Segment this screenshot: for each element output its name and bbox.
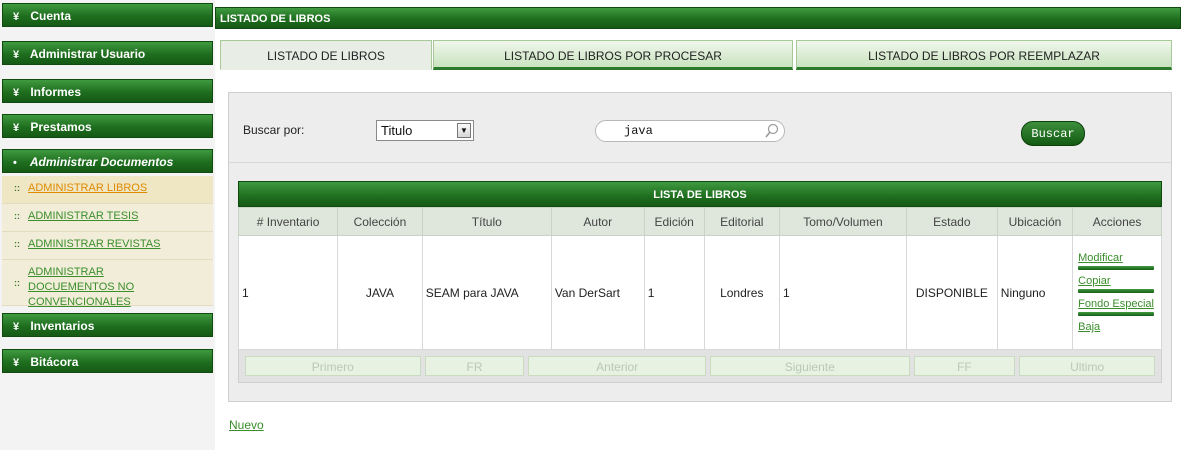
column-header[interactable]: Editorial (703, 207, 780, 236)
chevron-down-icon: ¥ (13, 122, 20, 134)
menu-label: Administrar Documentos (29, 155, 174, 169)
pager-next-button[interactable]: Siguiente (709, 356, 910, 376)
cell-acciones: Modificar Copiar Fondo Especial Baja (1072, 235, 1162, 350)
sub-item-label: ADMINISTRAR DOCUEMENTOS NO CONVENCIONALE… (28, 266, 135, 308)
column-header[interactable]: Edición (643, 207, 705, 236)
sidebar-item-administrar-revistas[interactable]: :: ADMINISTRAR REVISTAS (2, 232, 213, 260)
chevron-down-icon: ¥ (13, 321, 20, 333)
search-input[interactable]: java (595, 120, 785, 142)
nuevo-link[interactable]: Nuevo (229, 418, 264, 432)
column-header[interactable]: Tomo/Volumen (778, 207, 907, 236)
menu-label: Administrar Usuario (29, 47, 146, 61)
menu-prestamos[interactable]: ¥ Prestamos (2, 114, 213, 138)
menu-inventarios[interactable]: ¥ Inventarios (2, 313, 213, 337)
menu-label: Informes (30, 85, 82, 99)
table-header-row: # Inventario Colección Título Autor Edic… (237, 207, 1162, 236)
search-by-label: Buscar por: (243, 123, 305, 137)
column-header[interactable]: Colección (337, 207, 423, 236)
column-header[interactable]: Autor (550, 207, 645, 236)
pagination: Primero FR Anterior Siguiente FF Ultimo (238, 350, 1162, 383)
sidebar-item-administrar-libros[interactable]: :: ADMINISTRAR LIBROS (2, 176, 213, 204)
column-header[interactable]: Título (421, 207, 552, 236)
bullet-icon: :: (14, 278, 20, 288)
column-header[interactable]: Acciones (1072, 207, 1162, 236)
tab-libros-por-reemplazar[interactable]: LISTADO DE LIBROS POR REEMPLAZAR (796, 40, 1172, 70)
column-header[interactable]: # Inventario (237, 207, 339, 236)
cell-tomo: 1 (778, 235, 907, 350)
menu-administrar-usuario[interactable]: ¥ Administrar Usuario (2, 41, 213, 65)
baja-link[interactable]: Baja (1078, 320, 1161, 334)
column-header[interactable]: Ubicación (996, 207, 1074, 236)
cell-edicion: 1 (643, 235, 705, 350)
menu-label: Bitácora (30, 355, 79, 369)
table-title: LISTA DE LIBROS (238, 181, 1162, 207)
cell-autor: Van DerSart (550, 235, 645, 350)
sub-item-label: ADMINISTRAR LIBROS (28, 182, 148, 194)
chevron-down-icon: ¥ (13, 11, 20, 23)
sidebar: ¥ Cuenta ¥ Administrar Usuario ¥ Informe… (0, 0, 215, 450)
search-field-select[interactable]: Titulo ▼ (376, 120, 474, 141)
cell-inventario: 1 (237, 235, 339, 350)
menu-label: Inventarios (30, 319, 95, 333)
bullet-icon: :: (14, 239, 20, 249)
dropdown-arrow-icon[interactable]: ▼ (457, 123, 471, 138)
search-query: java (624, 124, 653, 138)
menu-label: Cuenta (30, 9, 72, 23)
menu-administrar-documentos[interactable]: • Administrar Documentos (2, 149, 213, 173)
books-table: LISTA DE LIBROS # Inventario Colección T… (237, 181, 1162, 383)
tab-bar: LISTADO DE LIBROS LISTADO DE LIBROS POR … (220, 40, 1172, 70)
sidebar-item-administrar-tesis[interactable]: :: ADMINISTRAR TESIS (2, 204, 213, 232)
cell-estado: DISPONIBLE (905, 235, 998, 350)
divider (1078, 312, 1155, 316)
pager-last-button[interactable]: Ultimo (1019, 356, 1155, 376)
cell-titulo: SEAM para JAVA (421, 235, 552, 350)
pager-first-button[interactable]: Primero (245, 356, 421, 376)
menu-bitacora[interactable]: ¥ Bitácora (2, 349, 213, 373)
sub-item-label: ADMINISTRAR TESIS (28, 210, 139, 222)
table-row: 1 JAVA SEAM para JAVA Van DerSart 1 Lond… (237, 235, 1162, 350)
chevron-down-icon: ¥ (13, 357, 20, 369)
select-value: Titulo (381, 123, 413, 138)
chevron-down-icon: ¥ (13, 49, 20, 61)
cell-coleccion: JAVA (337, 235, 423, 350)
fondo-especial-link[interactable]: Fondo Especial (1078, 297, 1161, 311)
search-button[interactable]: Buscar (1021, 121, 1085, 146)
pager-fr-button[interactable]: FR (424, 356, 525, 376)
cell-editorial: Londres (703, 235, 780, 350)
search-icon[interactable] (764, 123, 780, 139)
tab-libros-por-procesar[interactable]: LISTADO DE LIBROS POR PROCESAR (433, 40, 793, 70)
books-grid: # Inventario Colección Título Autor Edic… (237, 207, 1162, 350)
sub-item-label: ADMINISTRAR REVISTAS (28, 238, 161, 250)
divider (1078, 266, 1155, 270)
copiar-link[interactable]: Copiar (1078, 274, 1161, 288)
content-panel: Buscar por: Titulo ▼ java Buscar LISTA D… (228, 92, 1172, 402)
divider (1078, 289, 1155, 293)
bullet-icon: :: (14, 183, 20, 193)
menu-cuenta[interactable]: ¥ Cuenta (2, 3, 213, 27)
pager-ff-button[interactable]: FF (913, 356, 1016, 376)
modificar-link[interactable]: Modificar (1078, 251, 1161, 265)
menu-label: Prestamos (30, 120, 92, 134)
sidebar-item-administrar-documentos-no-convencionales[interactable]: :: ADMINISTRAR DOCUEMENTOS NO CONVENCION… (2, 260, 213, 308)
cell-ubicacion: Ninguno (996, 235, 1074, 350)
column-header[interactable]: Estado (905, 207, 998, 236)
bullet-icon: :: (14, 211, 20, 221)
tab-listado-de-libros[interactable]: LISTADO DE LIBROS (220, 40, 432, 70)
bullet-icon: • (13, 157, 17, 169)
menu-informes[interactable]: ¥ Informes (2, 79, 213, 103)
chevron-down-icon: ¥ (13, 87, 20, 99)
search-bar: Buscar por: Titulo ▼ java Buscar (229, 93, 1171, 163)
pager-previous-button[interactable]: Anterior (528, 356, 706, 376)
page-title: LISTADO DE LIBROS (215, 7, 1181, 29)
